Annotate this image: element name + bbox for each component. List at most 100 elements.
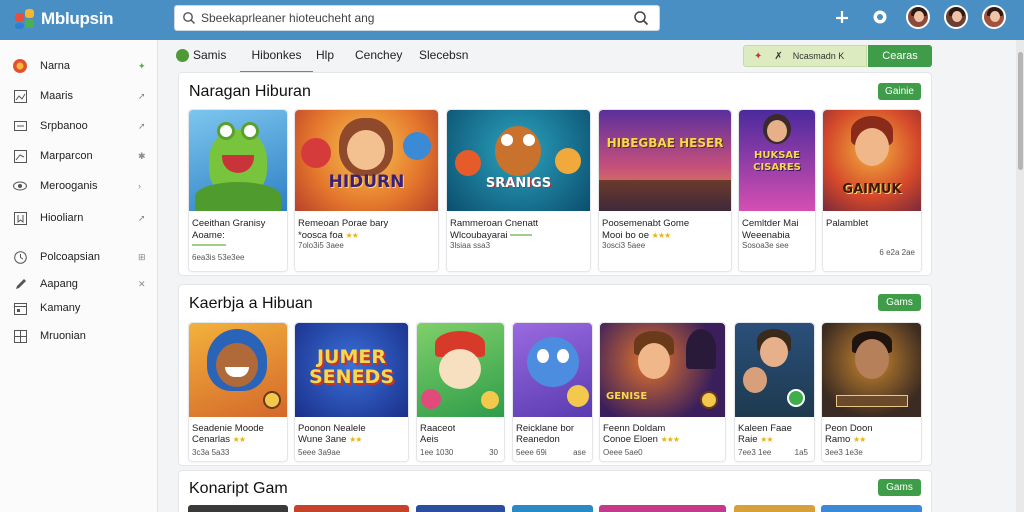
game-subtitle: Reanedon — [516, 434, 560, 445]
filter-apply-button[interactable]: Cearas — [868, 45, 932, 67]
sidebar-item-marparcon[interactable]: Marparcon ✱ — [0, 144, 158, 168]
game-art-title: GAIMUK — [842, 182, 902, 197]
filter-dropdown[interactable]: ✦ ✗ Ncasmadn K — [743, 45, 867, 67]
game-title: Cemltder Mai — [742, 218, 799, 229]
game-thumbnail — [822, 323, 921, 417]
scrollbar-thumb[interactable] — [1018, 52, 1023, 170]
clock-icon — [13, 250, 27, 264]
section-konaript-gam: Konaript Gam Gams — [178, 470, 932, 512]
game-card[interactable]: Raaceot Aeis 1ee 1030 30 — [416, 322, 505, 462]
tab-hlp[interactable]: Hlp — [316, 48, 334, 62]
game-thumbnail: HUKSAE CISARES — [739, 110, 815, 211]
sidebar-item-srpbanoo[interactable]: Srpbanoo ➚ — [0, 114, 158, 138]
section-title: Konaript Gam — [189, 480, 288, 497]
sidebar-item-merooganis[interactable]: Merooganis › — [0, 174, 158, 198]
calendar-icon — [13, 301, 27, 315]
eye-icon — [13, 179, 27, 193]
tab-cenchey[interactable]: Cenchey — [355, 48, 402, 62]
game-card[interactable]: HIDURN Remeoan Porae bary *oosca foa ★★ … — [294, 109, 439, 272]
add-button[interactable] — [830, 5, 854, 29]
game-subtitle: Aoame: — [192, 230, 225, 241]
avatar-1[interactable] — [906, 5, 930, 29]
tab-label: Hibonkes — [251, 48, 302, 62]
game-meta-right: 30 — [489, 448, 498, 457]
game-card[interactable]: Seadenie Moode Cenarlas ★★ 3c3a 5a33 — [188, 322, 288, 462]
game-subtitle: Wlcoubayarai — [450, 230, 533, 241]
search-submit-icon[interactable] — [633, 10, 649, 26]
rating-stars: ★★ — [760, 435, 773, 444]
sidebar-item-label: Srpbanoo — [40, 120, 88, 132]
game-card[interactable]: Kaleen Faae Raie ★★ 7ee3 1ee 1a5 — [734, 322, 815, 462]
game-title: Peon Doon — [825, 423, 873, 434]
game-card[interactable]: Ceeithan Granisy Aoame: 6ea3is 53e3ee — [188, 109, 288, 272]
game-meta: 3lsiaa ssa3 — [450, 241, 491, 250]
game-card[interactable]: GENISE Feenn Doldam Conoe Eloen ★★★ Oeee… — [599, 322, 726, 462]
section-more-button[interactable]: Gams — [878, 294, 921, 311]
game-thumbnail — [189, 110, 287, 211]
section-more-button[interactable]: Gams — [878, 479, 921, 496]
game-art-title: HUKSAE CISARES — [753, 150, 801, 173]
app-logo[interactable]: Mblupsin — [14, 8, 114, 30]
filter-label: Ncasmadn K — [792, 51, 845, 61]
game-card[interactable]: SRANIGS Rammeroan Cnenatt Wlcoubayarai 3… — [446, 109, 591, 272]
games-icon — [13, 59, 27, 73]
game-subtitle: Raie ★★ — [738, 434, 774, 445]
game-subtitle: Aeis — [420, 434, 439, 445]
game-title: Poonon Nealele — [298, 423, 366, 434]
avatar-2[interactable] — [944, 5, 968, 29]
game-meta-right: ase — [573, 448, 586, 457]
section-title: Kaerbja a Hibuan — [189, 295, 313, 312]
game-thumbnail[interactable] — [416, 505, 505, 512]
game-card[interactable]: HUKSAE CISARES Cemltder Mai Weeenabia So… — [738, 109, 816, 272]
game-thumbnail: GAIMUK — [823, 110, 921, 211]
game-card[interactable]: Reicklane bor Reanedon 5eee 69i ase — [512, 322, 593, 462]
monitor-icon — [13, 119, 27, 133]
section-naragan-hiburan: Naragan Hiburan Gainie Ceeithan Granisy … — [178, 72, 932, 276]
sidebar-item-polcoapsian[interactable]: Polcoapsian ⊞ — [0, 245, 158, 269]
game-thumbnail — [513, 323, 592, 417]
game-card[interactable]: Peon Doon Ramo ★★ 3ee3 1e3e — [821, 322, 922, 462]
search-bar[interactable] — [174, 5, 660, 31]
game-title: Reicklane bor — [516, 423, 575, 434]
image-icon — [13, 89, 27, 103]
sidebar-item-label: Narna — [40, 60, 70, 72]
game-thumbnail[interactable] — [599, 505, 726, 512]
rating-stars: ★★ — [349, 435, 362, 444]
progress-bar — [192, 244, 226, 246]
game-title: Seadenie Moode — [192, 423, 264, 434]
sidebar-item-mruonian[interactable]: Mruonian — [0, 324, 158, 348]
game-subtitle: Mooi bo oe ★★★ — [602, 230, 671, 241]
game-thumbnail — [189, 323, 287, 417]
notifications-button[interactable] — [868, 5, 892, 29]
game-thumbnail[interactable] — [188, 505, 288, 512]
tab-hibonkes[interactable]: Hibonkes — [240, 48, 313, 73]
tab-slecebsn[interactable]: Slecebsn — [419, 48, 468, 62]
chevron-right-icon: ➚ — [138, 90, 146, 101]
game-meta: 7olo3i5 3aee — [298, 241, 344, 250]
game-meta: Oeee 5ae0 — [603, 448, 643, 457]
game-art-title: HIDURN — [328, 172, 405, 192]
game-card[interactable]: JUMER SENEDS Poonon Nealele Wune 3ane ★★… — [294, 322, 409, 462]
search-input[interactable] — [201, 8, 621, 28]
game-meta: 7ee3 1ee — [738, 448, 772, 457]
rating-stars: ★★★ — [651, 231, 671, 240]
game-thumbnail[interactable] — [294, 505, 409, 512]
section-more-button[interactable]: Gainie — [878, 83, 921, 100]
game-card[interactable]: HIBEGBAE HESER Poosemenabt Gome Mooi bo … — [598, 109, 732, 272]
avatar-3[interactable] — [982, 5, 1006, 29]
add-icon — [836, 11, 848, 23]
game-thumbnail[interactable] — [821, 505, 922, 512]
close-icon: ✗ — [774, 50, 783, 62]
clock-icon — [873, 10, 887, 24]
tab-samis[interactable]: Samis — [176, 48, 226, 62]
section-title: Naragan Hiburan — [189, 83, 311, 100]
game-card[interactable]: GAIMUK Palamblet 6 e2a 2ae — [822, 109, 922, 272]
sidebar-item-aapang[interactable]: Aapang ✕ — [0, 272, 158, 296]
sidebar-item-kamany[interactable]: Kamany — [0, 296, 158, 320]
sidebar-item-narna[interactable]: Narna ✦ — [0, 54, 158, 78]
game-thumbnail[interactable] — [512, 505, 593, 512]
sidebar-item-hiooliarn[interactable]: Hiooliarn ➚ — [0, 206, 158, 230]
sidebar-item-maaris[interactable]: Maaris ➚ — [0, 84, 158, 108]
chevron-right-icon: ✦ — [138, 60, 146, 71]
game-thumbnail[interactable] — [734, 505, 815, 512]
